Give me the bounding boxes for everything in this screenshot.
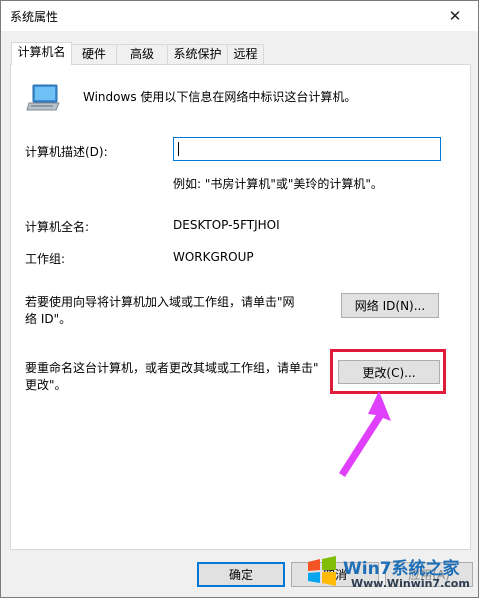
description-label: 计算机描述(D): bbox=[25, 145, 108, 159]
full-name-label: 计算机全名: bbox=[25, 220, 90, 234]
tab-computer-name[interactable]: 计算机名 bbox=[11, 42, 72, 65]
tab-remote[interactable]: 远程 bbox=[227, 44, 264, 64]
system-properties-window: 系统属性 ✕ 计算机名 硬件 高级 系统保护 远程 Windows 使用以下信息… bbox=[0, 0, 479, 598]
network-id-text-line2: 络 ID"。 bbox=[25, 312, 72, 326]
windows-logo-icon bbox=[308, 556, 336, 586]
watermark-url: Www.Winwin7.com bbox=[351, 577, 470, 590]
change-button[interactable]: 更改(C)... bbox=[338, 360, 440, 384]
info-text: Windows 使用以下信息在网络中标识这台计算机。 bbox=[83, 90, 357, 104]
workgroup-label: 工作组: bbox=[25, 252, 66, 266]
tab-panel-computer-name: Windows 使用以下信息在网络中标识这台计算机。 计算机描述(D): 例如:… bbox=[10, 64, 471, 550]
tab-hardware[interactable]: 硬件 bbox=[71, 44, 117, 64]
annotation-arrow-icon bbox=[339, 391, 391, 477]
watermark-brand: Win7系统之家 bbox=[343, 559, 460, 579]
computer-icon bbox=[25, 83, 61, 113]
rename-text-line2: 更改"。 bbox=[25, 378, 67, 392]
text-caret bbox=[178, 142, 179, 156]
watermark: Win7系统之家 Www.Winwin7.com bbox=[305, 552, 475, 596]
close-icon[interactable]: ✕ bbox=[432, 1, 478, 31]
network-id-text-line1: 若要使用向导将计算机加入域或工作组，请单击"网 bbox=[25, 295, 295, 309]
window-title: 系统属性 bbox=[10, 10, 59, 24]
description-input[interactable] bbox=[173, 137, 441, 161]
rename-text-line1: 要重命名这台计算机，或者更改其域或工作组，请单击" bbox=[25, 361, 319, 375]
title-bar[interactable]: 系统属性 ✕ bbox=[1, 1, 478, 31]
description-example: 例如: "书房计算机"或"美玲的计算机"。 bbox=[173, 177, 383, 191]
workgroup-value: WORKGROUP bbox=[173, 250, 254, 264]
tab-advanced[interactable]: 高级 bbox=[116, 44, 168, 64]
network-id-button[interactable]: 网络 ID(N)... bbox=[341, 293, 439, 318]
tab-system-protection[interactable]: 系统保护 bbox=[167, 44, 228, 64]
full-name-value: DESKTOP-5FTJHOI bbox=[173, 218, 280, 232]
ok-button[interactable]: 确定 bbox=[197, 562, 285, 587]
